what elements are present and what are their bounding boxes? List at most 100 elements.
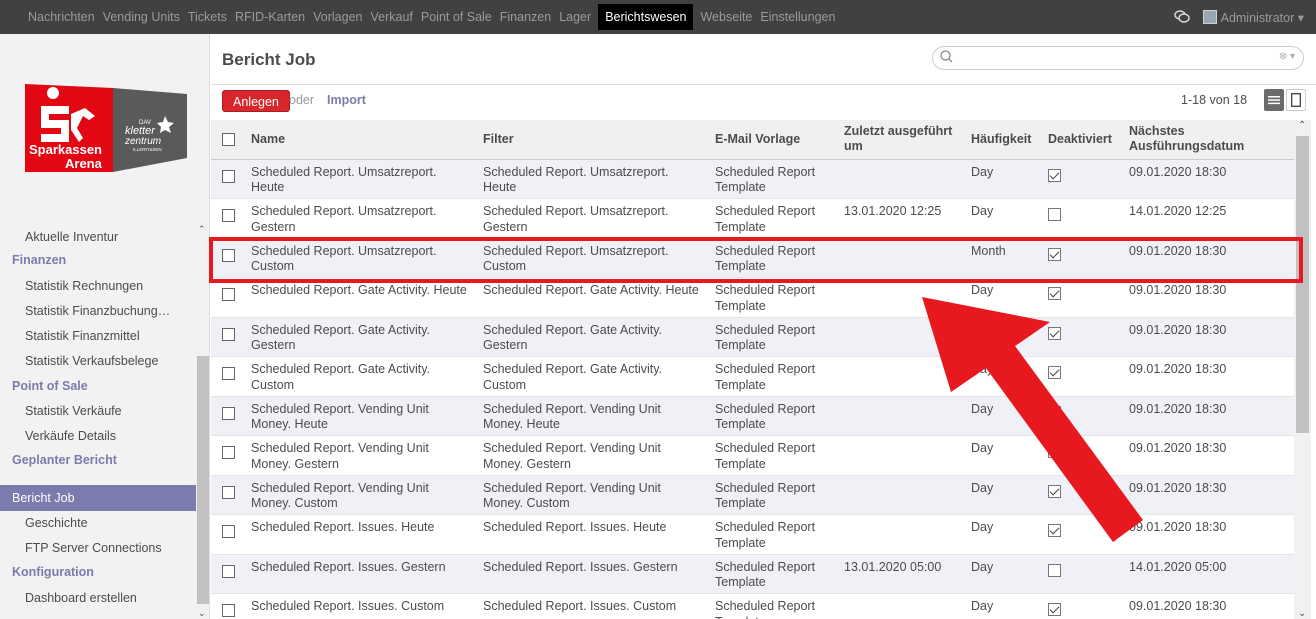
cell-name[interactable]: Scheduled Report. Gate Activity. Gestern <box>243 316 475 357</box>
column-header-filter[interactable]: Filter <box>475 120 707 160</box>
sidebar-item-bericht-job[interactable]: Bericht Job <box>0 485 196 511</box>
nav-item-vending-units[interactable]: Vending Units <box>99 4 184 30</box>
column-header-frequency[interactable]: Häufigkeit <box>963 120 1040 160</box>
table-row[interactable]: Scheduled Report. Issues. Gestern Schedul… <box>211 553 1294 594</box>
cell-filter[interactable]: Scheduled Report. Umsatzreport. Gestern <box>475 198 707 238</box>
cell-last-run[interactable] <box>836 474 963 515</box>
cell-email-template[interactable]: Scheduled Report Template <box>707 514 836 554</box>
cell-name[interactable]: Scheduled Report. Gate Activity. Custom <box>243 356 475 396</box>
cell-last-run[interactable] <box>836 356 963 396</box>
table-row[interactable]: Scheduled Report. Vending Unit Money. Cu… <box>211 474 1294 515</box>
cell-next-run[interactable]: 09.01.2020 18:30 <box>1121 237 1294 278</box>
cell-frequency[interactable]: Day <box>963 158 1040 199</box>
cell-frequency[interactable]: Day <box>963 514 1040 554</box>
nav-item-lager[interactable]: Lager <box>555 4 595 30</box>
nav-item-webseite[interactable]: Webseite <box>696 4 756 30</box>
cell-name[interactable]: Scheduled Report. Issues. Custom <box>243 593 475 619</box>
cell-email-template[interactable]: Scheduled Report Template <box>707 277 836 317</box>
scroll-down-icon[interactable]: ⌄ <box>198 608 206 619</box>
row-select-checkbox[interactable] <box>222 248 235 262</box>
sidebar-item-geschichte[interactable]: Geschichte <box>0 510 196 536</box>
cell-name[interactable]: Scheduled Report. Gate Activity. Heute <box>243 277 475 317</box>
cell-name[interactable]: Scheduled Report. Umsatzreport. Heute <box>243 158 475 199</box>
cell-email-template[interactable]: Scheduled Report Template <box>707 198 836 238</box>
table-scrollbar[interactable]: ⌃ ⌄ <box>1294 120 1311 619</box>
cell-email-template[interactable]: Scheduled Report Template <box>707 593 836 619</box>
row-select-checkbox[interactable] <box>222 209 235 223</box>
cell-frequency[interactable]: Day <box>963 435 1040 475</box>
cell-name[interactable]: Scheduled Report. Umsatzreport. Custom <box>243 237 475 278</box>
user-menu[interactable]: Administrator ▾ <box>1221 10 1304 25</box>
cell-last-run[interactable] <box>836 316 963 357</box>
sidebar-item-statistik-finanzbuchung[interactable]: Statistik Finanzbuchung… <box>0 298 196 324</box>
cell-next-run[interactable]: 09.01.2020 18:30 <box>1121 435 1294 475</box>
sidebar-item-statistik-rechnungen[interactable]: Statistik Rechnungen <box>0 273 196 299</box>
scroll-up-icon[interactable]: ⌃ <box>1298 120 1306 131</box>
cell-last-run[interactable] <box>836 237 963 278</box>
cell-filter[interactable]: Scheduled Report. Gate Activity. Heute <box>475 277 707 317</box>
cell-last-run[interactable] <box>836 435 963 475</box>
cell-next-run[interactable]: 09.01.2020 18:30 <box>1121 158 1294 199</box>
cell-frequency[interactable]: Day <box>963 356 1040 396</box>
cell-frequency[interactable]: Day <box>963 593 1040 619</box>
table-scroll-thumb[interactable] <box>1296 136 1309 433</box>
table-row[interactable]: Scheduled Report. Umsatzreport. Gestern S… <box>211 198 1294 238</box>
nav-item-vorlagen[interactable]: Vorlagen <box>309 4 366 30</box>
list-view-button[interactable] <box>1264 89 1284 111</box>
row-select-checkbox[interactable] <box>222 288 235 302</box>
cell-email-template[interactable]: Scheduled Report Template <box>707 356 836 396</box>
row-select-checkbox[interactable] <box>222 604 235 618</box>
select-all-checkbox[interactable] <box>222 132 235 146</box>
cell-last-run[interactable] <box>836 277 963 317</box>
cell-last-run[interactable] <box>836 593 963 619</box>
cell-name[interactable]: Scheduled Report. Umsatzreport. Gestern <box>243 198 475 238</box>
create-button[interactable]: Anlegen <box>222 90 290 112</box>
cell-filter[interactable]: Scheduled Report. Issues. Custom <box>475 593 707 619</box>
column-header-name[interactable]: Name <box>243 120 475 160</box>
row-select-checkbox[interactable] <box>222 367 235 381</box>
table-row[interactable]: Scheduled Report. Gate Activity. Custom S… <box>211 356 1294 396</box>
cell-frequency[interactable]: Day <box>963 316 1040 357</box>
row-select-checkbox[interactable] <box>222 327 235 341</box>
cell-last-run[interactable] <box>836 514 963 554</box>
cell-next-run[interactable]: 09.01.2020 18:30 <box>1121 474 1294 515</box>
cell-next-run[interactable]: 09.01.2020 18:30 <box>1121 277 1294 317</box>
cell-frequency[interactable]: Day <box>963 277 1040 317</box>
row-select-checkbox[interactable] <box>222 485 235 499</box>
cell-last-run[interactable] <box>836 158 963 199</box>
chat-icon[interactable] <box>1173 8 1191 26</box>
nav-item-tickets[interactable]: Tickets <box>184 4 231 30</box>
scroll-down-icon[interactable]: ⌄ <box>1298 608 1306 619</box>
cell-next-run[interactable]: 09.01.2020 18:30 <box>1121 356 1294 396</box>
cell-filter[interactable]: Scheduled Report. Vending Unit Money. Cu… <box>475 474 707 515</box>
sidebar-item-ftp-server-connections[interactable]: FTP Server Connections <box>0 535 196 561</box>
column-header-email-template[interactable]: E-Mail Vorlage <box>707 120 836 160</box>
cell-email-template[interactable]: Scheduled Report Template <box>707 474 836 515</box>
cell-filter[interactable]: Scheduled Report. Umsatzreport. Heute <box>475 158 707 199</box>
cell-filter[interactable]: Scheduled Report. Vending Unit Money. Ge… <box>475 435 707 475</box>
avatar[interactable] <box>1202 10 1217 24</box>
table-row[interactable]: Scheduled Report. Issues. Custom Schedule… <box>211 593 1294 619</box>
cell-frequency[interactable]: Day <box>963 553 1040 594</box>
column-header-last-run[interactable]: Zuletzt ausgeführt um <box>836 120 963 160</box>
sidebar-item-verk-ufe-details[interactable]: Verkäufe Details <box>0 423 196 449</box>
cell-next-run[interactable]: 14.01.2020 05:00 <box>1121 553 1294 594</box>
cell-email-template[interactable]: Scheduled Report Template <box>707 316 836 357</box>
cell-last-run[interactable]: 13.01.2020 05:00 <box>836 553 963 594</box>
sidebar-item-statistik-finanzmittel[interactable]: Statistik Finanzmittel <box>0 323 196 349</box>
cell-email-template[interactable]: Scheduled Report Template <box>707 553 836 594</box>
table-row[interactable]: Scheduled Report. Vending Unit Money. He… <box>211 395 1294 436</box>
column-header-disabled[interactable]: Deaktiviert <box>1040 120 1121 160</box>
cell-name[interactable]: Scheduled Report. Vending Unit Money. Ge… <box>243 435 475 475</box>
cell-filter[interactable]: Scheduled Report. Gate Activity. Custom <box>475 356 707 396</box>
cell-filter[interactable]: Scheduled Report. Vending Unit Money. He… <box>475 395 707 436</box>
row-select-checkbox[interactable] <box>222 564 235 578</box>
row-select-checkbox[interactable] <box>222 446 235 460</box>
nav-item-nachrichten[interactable]: Nachrichten <box>24 4 99 30</box>
cell-filter[interactable]: Scheduled Report. Gate Activity. Gestern <box>475 316 707 357</box>
cell-next-run[interactable]: 14.01.2020 12:25 <box>1121 198 1294 238</box>
cell-email-template[interactable]: Scheduled Report Template <box>707 435 836 475</box>
form-view-button[interactable] <box>1286 89 1306 111</box>
cell-next-run[interactable]: 09.01.2020 18:30 <box>1121 593 1294 619</box>
cell-next-run[interactable]: 09.01.2020 18:30 <box>1121 316 1294 357</box>
